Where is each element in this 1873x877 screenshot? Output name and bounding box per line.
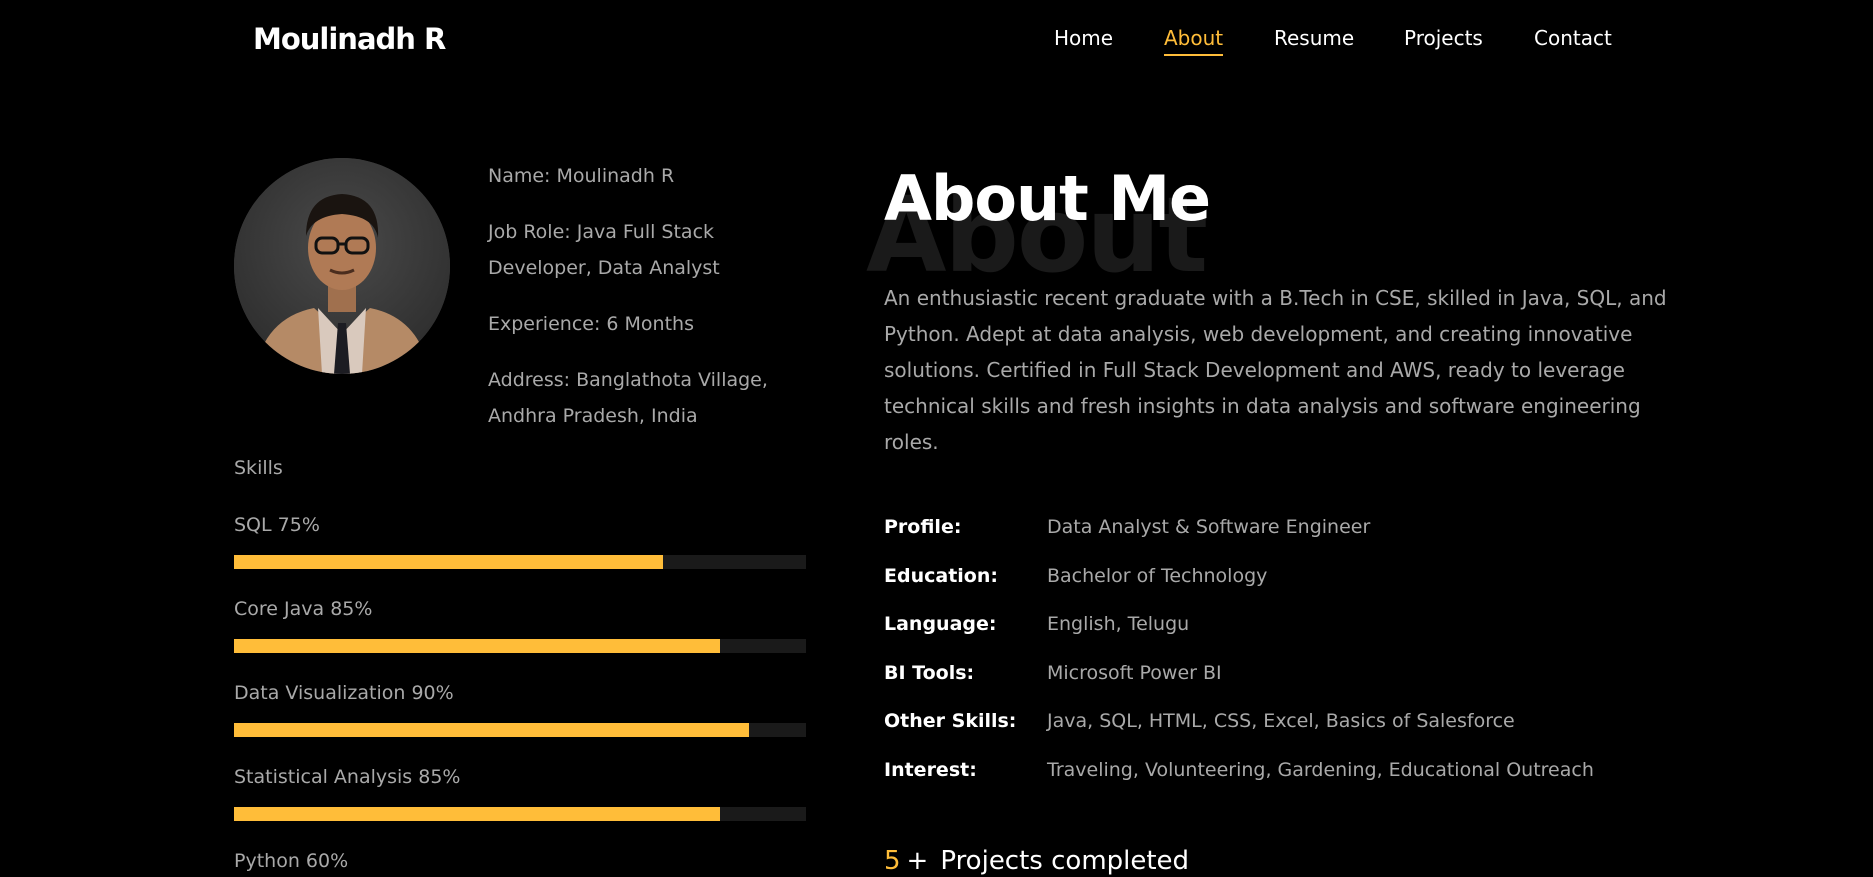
detail-key: Language: (884, 613, 997, 635)
skill-track-core-java (234, 639, 806, 653)
nav-resume[interactable]: Resume (1274, 26, 1354, 50)
navbar: Moulinadh R Home About Resume Projects C… (0, 0, 1873, 80)
info-experience: Experience: 6 Months (488, 313, 694, 335)
detail-row-education: Education: Bachelor of Technology (884, 565, 1684, 595)
nav-about[interactable]: About (1164, 26, 1224, 56)
detail-value: Data Analyst & Software Engineer (1047, 516, 1371, 538)
detail-key: Education: (884, 565, 998, 587)
skills-title: Skills (234, 457, 283, 479)
nav-projects[interactable]: Projects (1404, 26, 1483, 50)
skill-fill-core-java (234, 639, 721, 653)
detail-key: Profile: (884, 516, 962, 538)
nav-contact[interactable]: Contact (1534, 26, 1612, 50)
skill-track-data-visualization (234, 723, 806, 737)
projects-completed-counter: 5 + Projects completed (884, 846, 1189, 876)
skill-fill-data-visualization (234, 723, 749, 737)
about-description: An enthusiastic recent graduate with a B… (884, 286, 1667, 454)
info-job-role: Job Role: Java Full Stack Developer, Dat… (488, 221, 720, 279)
skill-fill-statistical-analysis (234, 807, 721, 821)
skill-label-statistical-analysis: Statistical Analysis 85% (234, 766, 461, 788)
detail-row-bi-tools: BI Tools: Microsoft Power BI (884, 662, 1684, 692)
detail-value: Java, SQL, HTML, CSS, Excel, Basics of S… (1047, 710, 1515, 732)
detail-key: Interest: (884, 759, 977, 781)
detail-row-interest: Interest: Traveling, Volunteering, Garde… (884, 759, 1684, 789)
profile-avatar (234, 158, 450, 374)
skill-label-core-java: Core Java 85% (234, 598, 373, 620)
page-title: About Me (884, 162, 1211, 235)
detail-value: Microsoft Power BI (1047, 662, 1222, 684)
info-name: Name: Moulinadh R (488, 165, 675, 187)
skill-label-data-visualization: Data Visualization 90% (234, 682, 454, 704)
skill-label-sql: SQL 75% (234, 514, 320, 536)
skill-label-python: Python 60% (234, 850, 349, 872)
skill-track-sql (234, 555, 806, 569)
detail-row-language: Language: English, Telugu (884, 613, 1684, 643)
profile-photo-icon (234, 158, 450, 374)
nav-home[interactable]: Home (1054, 26, 1113, 50)
detail-value: Bachelor of Technology (1047, 565, 1268, 587)
detail-row-other-skills: Other Skills: Java, SQL, HTML, CSS, Exce… (884, 710, 1684, 740)
detail-value: Traveling, Volunteering, Gardening, Educ… (1047, 759, 1594, 781)
detail-row-profile: Profile: Data Analyst & Software Enginee… (884, 516, 1684, 546)
detail-key: BI Tools: (884, 662, 975, 684)
info-address: Address: Banglathota Village, Andhra Pra… (488, 369, 768, 427)
detail-value: English, Telugu (1047, 613, 1190, 635)
projects-plus: + (906, 846, 929, 876)
skill-track-statistical-analysis (234, 807, 806, 821)
skill-fill-sql (234, 555, 663, 569)
detail-key: Other Skills: (884, 710, 1017, 732)
projects-label: Projects completed (940, 846, 1190, 876)
brand-logo[interactable]: Moulinadh R (253, 22, 446, 56)
projects-count: 5 (884, 846, 901, 876)
